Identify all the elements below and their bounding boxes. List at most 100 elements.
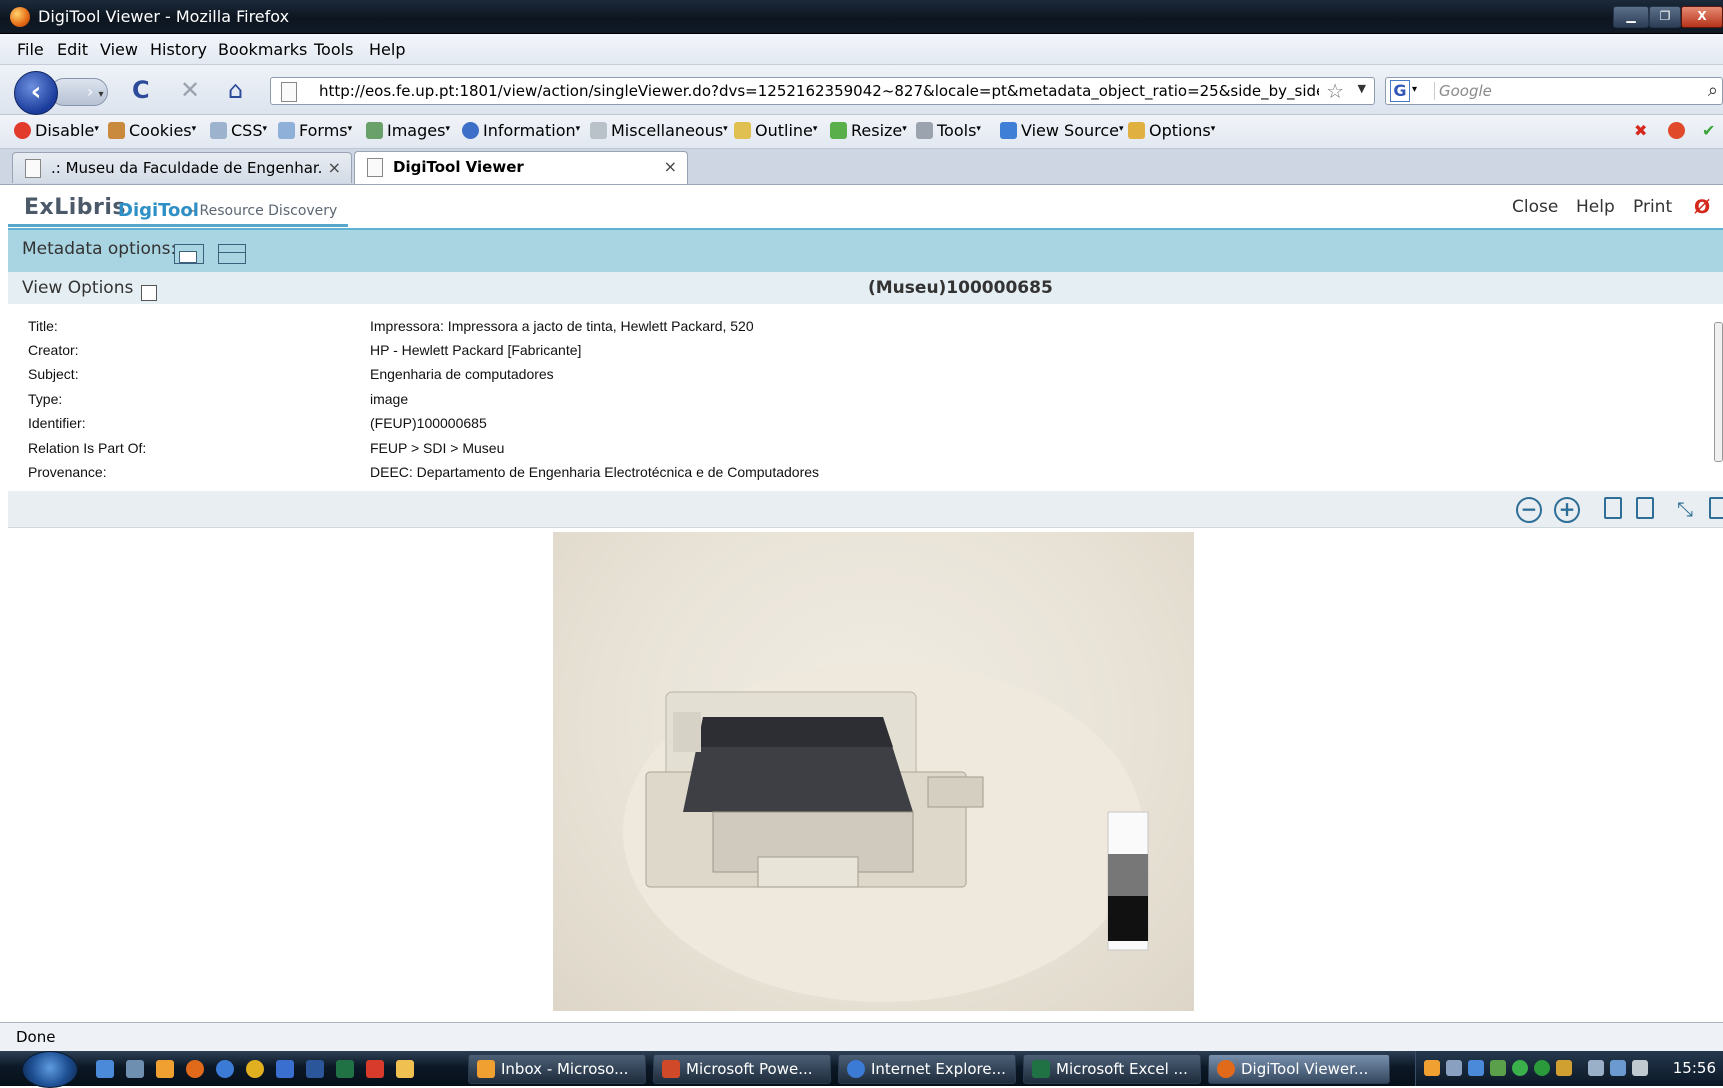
page-icon <box>367 158 383 177</box>
task-powerpoint[interactable]: Microsoft Powe... <box>653 1054 831 1084</box>
outlook-icon[interactable] <box>156 1060 174 1078</box>
outline-icon <box>734 122 751 139</box>
images-icon <box>366 122 383 139</box>
tab-bar: .: Museu da Faculdade de Engenhar... × D… <box>0 149 1723 185</box>
maximize-button[interactable]: ❐ <box>1649 6 1681 28</box>
menu-help[interactable]: Help <box>369 40 405 59</box>
minimize-button[interactable]: ▁ <box>1613 6 1649 28</box>
devtool-forms[interactable]: Forms▾ <box>278 121 352 140</box>
back-button[interactable]: ‹ <box>14 71 58 115</box>
devtool-css[interactable]: CSS▾ <box>210 121 267 140</box>
tray-device-icon[interactable] <box>1588 1060 1604 1076</box>
metadata-scrollbar[interactable] <box>1714 322 1723 462</box>
bookmark-star-icon[interactable]: ☆ <box>1326 79 1344 103</box>
menu-file[interactable]: File <box>17 40 44 59</box>
valid-check-icon[interactable]: ✔ <box>1702 121 1715 140</box>
devtool-options[interactable]: Options▾ <box>1128 121 1215 140</box>
tray-sync-icon[interactable] <box>1490 1060 1506 1076</box>
add-icon[interactable] <box>366 1060 384 1078</box>
devtool-resize[interactable]: Resize▾ <box>830 121 907 140</box>
menu-view[interactable]: View <box>100 40 138 59</box>
devtool-view-source[interactable]: View Source▾ <box>1000 121 1124 140</box>
exlibris-logo: ExLibris <box>24 195 127 220</box>
firefox-icon <box>10 7 30 27</box>
tab-museu[interactable]: .: Museu da Faculdade de Engenhar... × <box>12 152 352 183</box>
tray-people-icon[interactable] <box>1468 1060 1484 1076</box>
layout-side-icon[interactable] <box>174 244 204 264</box>
search-input[interactable]: Google <box>1434 82 1492 100</box>
tray-status-icon[interactable] <box>1512 1060 1528 1076</box>
task-inbox[interactable]: Inbox - Microso... <box>468 1054 646 1084</box>
menu-bookmarks[interactable]: Bookmarks <box>218 40 307 59</box>
view-options-bar: View Options (Museu)100000685 <box>8 272 1723 304</box>
google-icon[interactable]: G <box>1390 80 1410 102</box>
switch-windows-icon[interactable] <box>126 1060 144 1078</box>
metadata-options-bar: Metadata options: <box>8 228 1723 272</box>
reload-icon[interactable]: C <box>132 77 150 103</box>
tray-users-icon[interactable] <box>1556 1060 1572 1076</box>
tray-volume-icon[interactable] <box>1632 1060 1648 1076</box>
word-icon[interactable] <box>306 1060 324 1078</box>
rotate-left-icon[interactable] <box>1604 497 1622 519</box>
tab-digitool-viewer[interactable]: DigiTool Viewer × <box>354 151 688 184</box>
start-button[interactable] <box>22 1051 78 1088</box>
object-image[interactable] <box>553 532 1194 1011</box>
url-text[interactable]: http://eos.fe.up.pt:1801/view/action/sin… <box>319 82 1319 100</box>
devtool-outline[interactable]: Outline▾ <box>734 121 817 140</box>
show-desktop-icon[interactable] <box>96 1060 114 1078</box>
devtool-cookies[interactable]: Cookies▾ <box>108 121 196 140</box>
menu-bar: File Edit View History Bookmarks Tools H… <box>0 34 1723 65</box>
actual-size-icon[interactable] <box>1709 497 1723 519</box>
stop-icon[interactable]: ✕ <box>180 77 200 103</box>
devtool-tools[interactable]: Tools▾ <box>916 121 981 140</box>
close-link[interactable]: Close <box>1512 197 1558 217</box>
exlibris-icon[interactable]: Ø <box>1694 196 1710 218</box>
close-window-button[interactable]: X <box>1681 6 1723 28</box>
devtool-images[interactable]: Images▾ <box>366 121 450 140</box>
search-box[interactable]: G ▾ Google ⌕ <box>1385 77 1723 105</box>
network-icon[interactable] <box>276 1060 294 1078</box>
search-engine-dropdown-icon[interactable]: ▾ <box>1412 84 1417 95</box>
fit-window-icon[interactable]: ⤡ <box>1672 496 1698 522</box>
task-internet-explorer[interactable]: Internet Explore... <box>838 1054 1016 1084</box>
zoom-out-icon[interactable]: − <box>1516 497 1542 523</box>
task-digitool-viewer[interactable]: DigiTool Viewer... <box>1208 1054 1390 1084</box>
tray-refresh-icon[interactable] <box>1534 1060 1550 1076</box>
menu-tools[interactable]: Tools <box>314 40 353 59</box>
digitool-logo: DigiTool <box>118 200 199 221</box>
home-icon[interactable]: ⌂ <box>228 77 243 103</box>
menu-edit[interactable]: Edit <box>57 40 88 59</box>
devtool-miscellaneous[interactable]: Miscellaneous▾ <box>590 121 728 140</box>
internet-explorer-icon[interactable] <box>216 1060 234 1078</box>
search-icon[interactable]: ⌕ <box>1708 80 1718 101</box>
url-bar[interactable]: http://eos.fe.up.pt:1801/view/action/sin… <box>270 77 1375 105</box>
firefox-icon[interactable] <box>186 1060 204 1078</box>
forward-button[interactable]: › ▾ <box>50 78 108 106</box>
devtool-disable[interactable]: Disable▾ <box>14 121 99 140</box>
zoom-in-icon[interactable]: + <box>1554 497 1580 523</box>
miscellaneous-icon <box>590 122 607 139</box>
close-tab-icon[interactable]: × <box>664 157 677 176</box>
warning-icon[interactable] <box>1668 121 1689 140</box>
tray-ocp-icon[interactable] <box>1446 1060 1462 1076</box>
menu-history[interactable]: History <box>150 40 207 59</box>
chrome-icon[interactable] <box>246 1060 264 1078</box>
tab-label: DigiTool Viewer <box>393 158 524 176</box>
excel-icon[interactable] <box>336 1060 354 1078</box>
print-link[interactable]: Print <box>1633 197 1672 217</box>
view-options-toggle[interactable] <box>141 285 157 301</box>
help-link[interactable]: Help <box>1576 197 1615 217</box>
layout-top-icon[interactable] <box>218 244 246 264</box>
error-x-icon[interactable]: ✖ <box>1634 121 1647 140</box>
url-dropdown-icon[interactable]: ▼ <box>1358 82 1366 95</box>
flag-icon[interactable] <box>396 1060 414 1078</box>
view-options-label[interactable]: View Options <box>22 278 133 298</box>
resize-icon <box>830 122 847 139</box>
task-excel[interactable]: Microsoft Excel ... <box>1023 1054 1201 1084</box>
devtool-information[interactable]: Information▾ <box>462 121 580 140</box>
clock: 15:56 <box>1672 1059 1716 1077</box>
close-tab-icon[interactable]: × <box>328 158 341 177</box>
tray-network-icon[interactable] <box>1610 1060 1626 1076</box>
tray-outlook-icon[interactable] <box>1424 1060 1440 1076</box>
rotate-right-icon[interactable] <box>1636 497 1654 519</box>
